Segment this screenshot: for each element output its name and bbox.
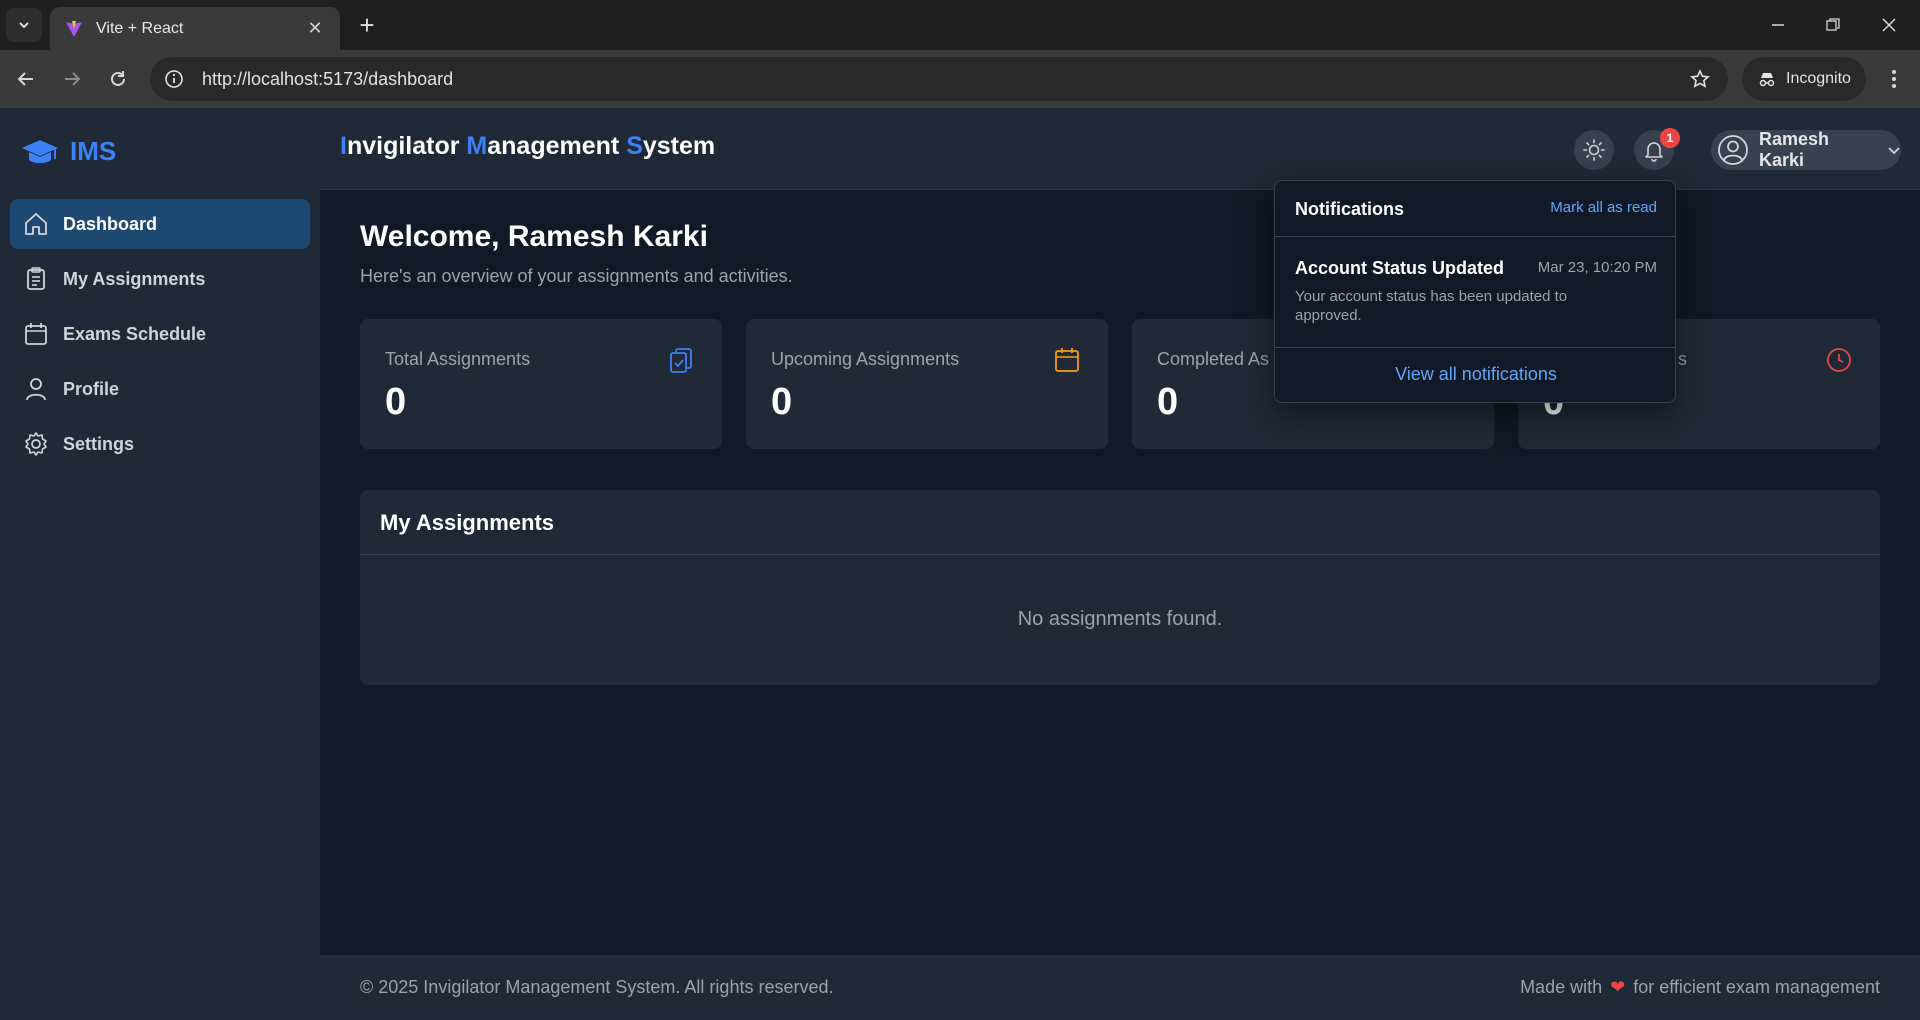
app-title: Invigilator Management System xyxy=(340,132,715,161)
stat-card-label: s xyxy=(1678,349,1687,369)
minimize-button[interactable] xyxy=(1751,8,1805,42)
incognito-label: Incognito xyxy=(1786,70,1851,87)
browser-tab[interactable]: Vite + React ✕ xyxy=(50,7,340,50)
sidebar-item-label: Settings xyxy=(63,433,135,454)
clipboard-icon xyxy=(22,265,50,293)
stat-card-label: Total Assignments xyxy=(385,349,531,369)
chevron-down-icon xyxy=(19,22,29,29)
restore-icon xyxy=(1826,18,1840,31)
close-icon xyxy=(1882,18,1896,32)
user-avatar-icon xyxy=(1718,135,1748,165)
address-bar[interactable]: http://localhost:5173/dashboard xyxy=(150,57,1728,101)
notification-title: Account Status Updated xyxy=(1295,258,1505,278)
notifications-title: Notifications xyxy=(1295,199,1405,219)
theme-toggle-button[interactable] xyxy=(1574,130,1614,170)
browser-toolbar: http://localhost:5173/dashboard Incognit… xyxy=(0,50,1920,108)
url-text[interactable]: http://localhost:5173/dashboard xyxy=(202,69,1680,90)
arrow-right-icon xyxy=(65,72,81,86)
sun-icon xyxy=(1583,139,1605,161)
reload-button[interactable] xyxy=(100,61,136,97)
brand-logo[interactable]: IMS xyxy=(20,136,116,167)
gear-icon xyxy=(22,430,50,458)
sidebar-item-my-assignments[interactable]: My Assignments xyxy=(10,254,310,304)
notifications-button[interactable]: 1 xyxy=(1634,128,1680,170)
stat-card-upcoming-assignments: Upcoming Assignments 0 xyxy=(746,319,1108,449)
tab-title: Vite + React xyxy=(96,19,184,37)
title-word: nvigilator xyxy=(346,132,467,160)
graduation-cap-icon xyxy=(22,139,58,163)
kebab-menu-icon xyxy=(1892,70,1896,88)
new-tab-button[interactable]: + xyxy=(352,10,382,40)
footer-tagline: Made with ❤ for efficient exam managemen… xyxy=(1520,977,1880,998)
home-icon xyxy=(22,210,50,238)
sidebar-item-label: Dashboard xyxy=(63,213,158,234)
user-name: Ramesh Karki xyxy=(1758,129,1830,170)
heart-icon: ❤ xyxy=(1610,977,1626,997)
stat-card-value: 0 xyxy=(1157,381,1179,423)
stat-card-value: 0 xyxy=(385,381,407,423)
view-all-notifications-link[interactable]: View all notifications xyxy=(1275,364,1675,385)
title-word: anagement xyxy=(487,132,627,160)
stat-card-value: 0 xyxy=(771,381,793,423)
sidebar-item-label: Profile xyxy=(63,378,120,399)
tab-search-button[interactable] xyxy=(6,8,42,42)
app-header: Invigilator Management System 1 Ramesh K… xyxy=(320,108,1920,190)
browser-tab-bar: Vite + React ✕ + xyxy=(0,0,1920,50)
title-word: ystem xyxy=(642,132,716,160)
divider xyxy=(360,554,1880,555)
tagline-pre: Made with xyxy=(1520,977,1603,997)
stat-card-total-assignments: Total Assignments 0 xyxy=(360,319,722,449)
stat-card-label: Upcoming Assignments xyxy=(771,349,960,369)
sidebar-item-settings[interactable]: Settings xyxy=(10,419,310,469)
title-initial: M xyxy=(466,132,488,160)
browser-menu-button[interactable] xyxy=(1876,61,1912,97)
sidebar-item-label: My Assignments xyxy=(63,268,206,289)
notification-time: Mar 23, 10:20 PM xyxy=(1537,259,1657,276)
sidebar: IMS Dashboard My Assignments Exams Sched… xyxy=(0,108,320,1020)
clipboard-check-icon xyxy=(666,345,696,375)
calendar-icon xyxy=(1052,345,1082,375)
restore-button[interactable] xyxy=(1806,8,1860,42)
sidebar-item-exams-schedule[interactable]: Exams Schedule xyxy=(10,309,310,359)
app-footer: © 2025 Invigilator Management System. Al… xyxy=(320,955,1920,1020)
brand-name: IMS xyxy=(70,136,117,166)
chevron-down-icon xyxy=(1888,147,1900,155)
notifications-header: Notifications Mark all as read xyxy=(1275,181,1675,237)
reload-icon xyxy=(111,71,125,86)
close-tab-icon[interactable]: ✕ xyxy=(304,18,326,39)
sidebar-item-profile[interactable]: Profile xyxy=(10,364,310,414)
bookmark-star-icon[interactable] xyxy=(1680,59,1720,99)
incognito-indicator[interactable]: Incognito xyxy=(1742,57,1866,101)
notification-badge: 1 xyxy=(1660,128,1680,148)
minimize-icon xyxy=(1772,24,1784,26)
my-assignments-panel: My Assignments No assignments found. xyxy=(360,490,1880,685)
incognito-icon xyxy=(1759,73,1775,87)
mark-all-read-button[interactable]: Mark all as read xyxy=(1550,199,1657,216)
sidebar-item-dashboard[interactable]: Dashboard xyxy=(10,199,310,249)
stat-card-label: Completed As xyxy=(1157,349,1270,369)
calendar-icon xyxy=(22,320,50,348)
welcome-subtitle: Here's an overview of your assignments a… xyxy=(360,266,793,286)
sidebar-item-label: Exams Schedule xyxy=(63,323,207,344)
title-initial: I xyxy=(340,132,347,160)
close-window-button[interactable] xyxy=(1862,8,1916,42)
sidebar-nav: Dashboard My Assignments Exams Schedule … xyxy=(10,199,310,474)
tagline-post: for efficient exam management xyxy=(1633,977,1880,997)
panel-title: My Assignments xyxy=(380,510,555,535)
user-menu-button[interactable]: Ramesh Karki xyxy=(1711,129,1901,170)
user-icon xyxy=(22,375,50,403)
copyright-text: © 2025 Invigilator Management System. Al… xyxy=(360,977,834,997)
welcome-heading: Welcome, Ramesh Karki xyxy=(360,220,708,253)
site-info-icon[interactable] xyxy=(160,65,188,93)
forward-button[interactable] xyxy=(54,61,90,97)
notifications-dropdown: Notifications Mark all as read Account S… xyxy=(1274,180,1676,403)
empty-state-message: No assignments found. xyxy=(1017,608,1223,630)
back-button[interactable] xyxy=(8,61,44,97)
title-initial: S xyxy=(626,132,643,160)
vite-logo-icon xyxy=(66,20,82,37)
clock-icon xyxy=(1824,345,1854,375)
arrow-left-icon xyxy=(17,72,33,86)
notification-body: Your account status has been updated to … xyxy=(1295,288,1568,324)
notification-item[interactable]: Account Status Updated Mar 23, 10:20 PM … xyxy=(1275,238,1675,348)
